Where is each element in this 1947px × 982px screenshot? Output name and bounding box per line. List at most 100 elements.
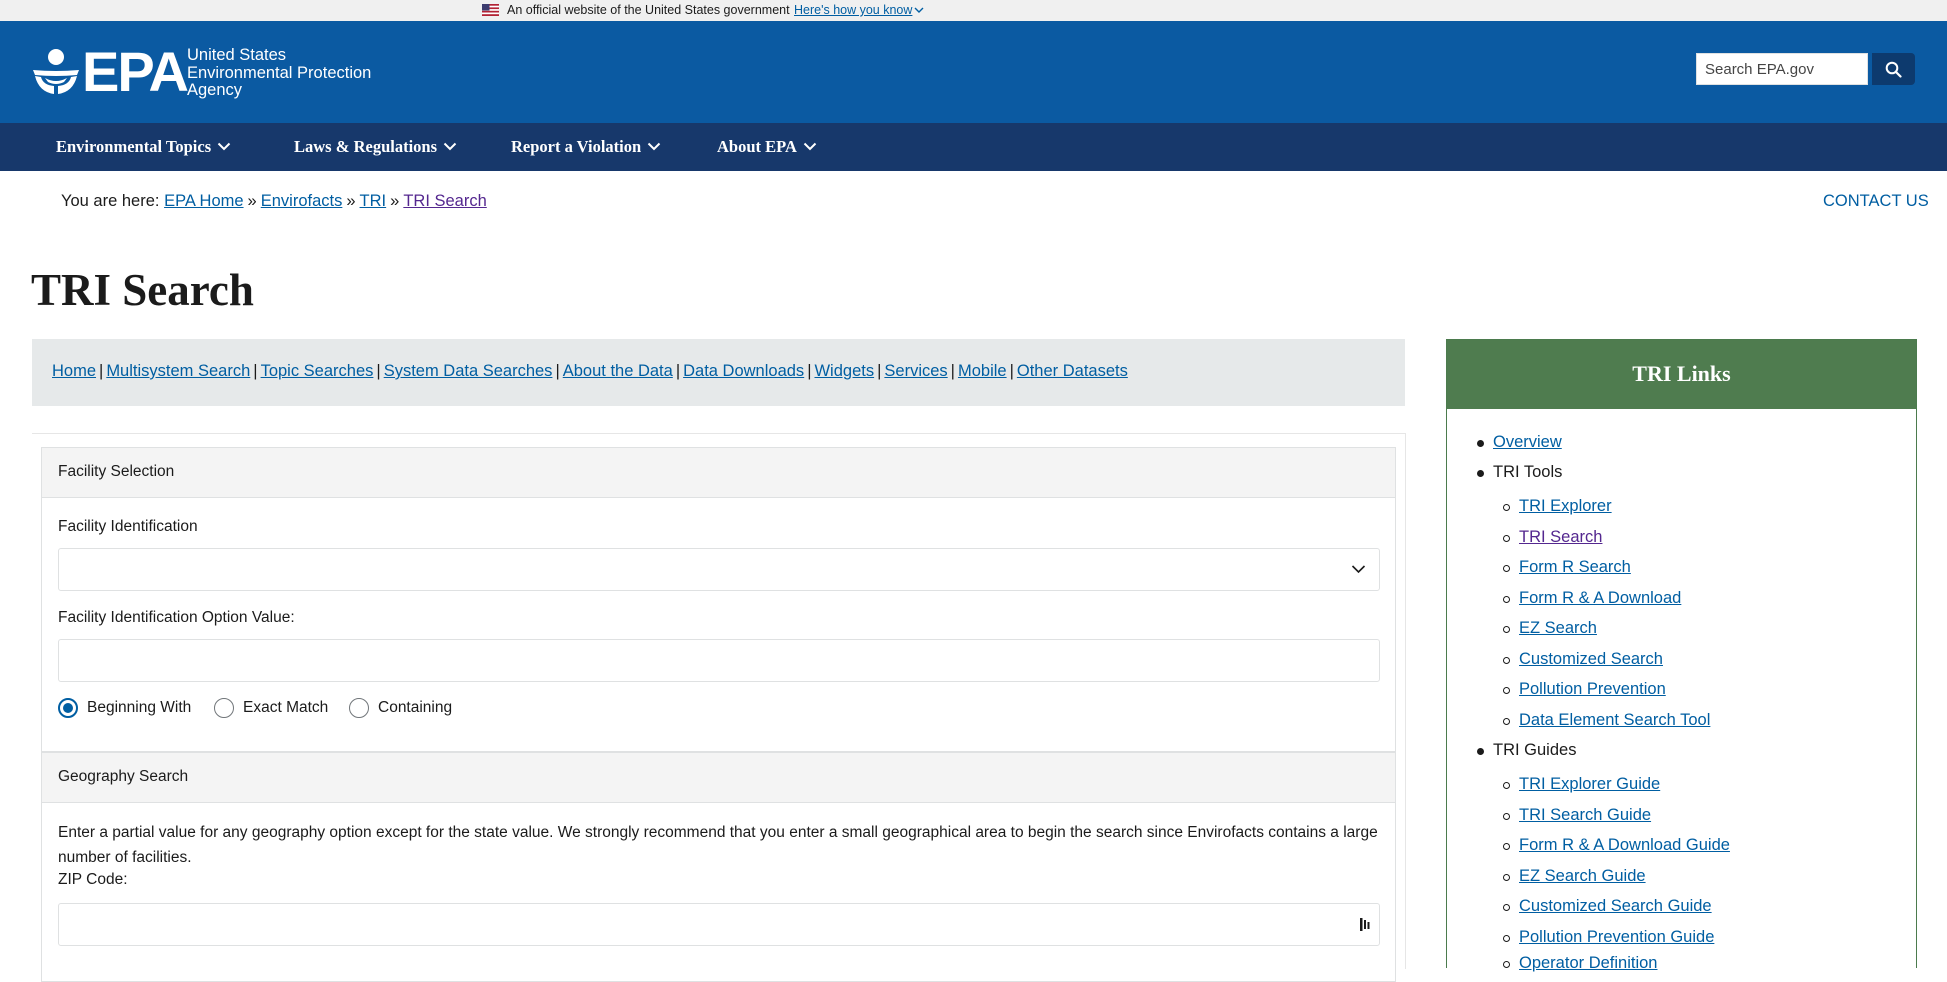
agency-name: United States Environmental Protection A…	[187, 46, 372, 100]
site-search-input[interactable]	[1696, 53, 1868, 85]
bullet-icon	[1503, 565, 1510, 572]
chevron-down-icon	[443, 143, 457, 151]
bullet-icon	[1503, 904, 1510, 911]
geography-description: Enter a partial value for any geography …	[58, 824, 1378, 866]
sidebar-item-guide: TRI Explorer Guide	[1503, 775, 1660, 794]
sidebar-item-tool: Data Element Search Tool	[1503, 711, 1710, 730]
sidebar-item-guide: Operator Definition	[1503, 954, 1658, 973]
subnav-separator: |	[950, 362, 955, 380]
nav-about-epa[interactable]: About EPA	[717, 123, 817, 171]
agency-name-line: Environmental Protection	[187, 63, 372, 82]
autofill-icon[interactable]	[1359, 917, 1371, 932]
sidebar-link-ez-search-guide[interactable]: EZ Search Guide	[1519, 867, 1646, 885]
subnav-separator: |	[877, 362, 882, 380]
bullet-icon	[1503, 657, 1510, 664]
sidebar-link-overview[interactable]: Overview	[1493, 433, 1562, 451]
subnav-separator: |	[675, 362, 681, 380]
sidebar-heading-tri-tools: TRI Tools	[1493, 463, 1563, 481]
contact-us-link[interactable]: CONTACT US	[1823, 192, 1929, 211]
subnav-data-downloads[interactable]: Data Downloads	[683, 362, 804, 380]
subnav-system-data-searches[interactable]: System Data Searches	[384, 362, 553, 380]
radio-circle-selected[interactable]	[58, 698, 78, 718]
sidebar-link-form-r-a-download-guide[interactable]: Form R & A Download Guide	[1519, 836, 1730, 854]
subnav-multisystem-search[interactable]: Multisystem Search	[106, 362, 250, 380]
subnav-mobile[interactable]: Mobile	[958, 362, 1007, 380]
bullet-icon	[1503, 596, 1510, 603]
subnav-separator: |	[555, 362, 560, 380]
chevron-down-icon[interactable]	[914, 6, 924, 14]
nav-environmental-topics[interactable]: Environmental Topics	[56, 123, 231, 171]
sidebar-item-tool: EZ Search	[1503, 619, 1597, 638]
subnav-home[interactable]: Home	[52, 362, 96, 380]
sidebar-link-pollution-prevention-guide[interactable]: Pollution Prevention Guide	[1519, 928, 1714, 946]
heres-how-you-know-link[interactable]: Here's how you know	[794, 3, 912, 17]
sidebar-link-data-element-search-tool[interactable]: Data Element Search Tool	[1519, 711, 1710, 729]
breadcrumb-separator: »	[247, 192, 257, 210]
us-flag-icon	[482, 4, 499, 16]
sidebar-link-form-r-search[interactable]: Form R Search	[1519, 558, 1631, 576]
main-nav: Environmental Topics Laws & Regulations …	[0, 123, 1947, 171]
sidebar-item-tool: Pollution Prevention	[1503, 680, 1666, 699]
subnav-separator: |	[1009, 362, 1014, 380]
bullet-icon	[1503, 935, 1510, 942]
sidebar-link-ez-search[interactable]: EZ Search	[1519, 619, 1597, 637]
facility-option-value-label: Facility Identification Option Value:	[58, 609, 295, 626]
bullet-icon	[1503, 504, 1510, 511]
breadcrumb-prefix: You are here:	[61, 192, 160, 210]
sidebar-item-tool: TRI Explorer	[1503, 497, 1612, 516]
sidebar-link-customized-search-guide[interactable]: Customized Search Guide	[1519, 897, 1712, 915]
breadcrumb-envirofacts[interactable]: Envirofacts	[261, 192, 343, 210]
facility-option-value-input[interactable]	[58, 639, 1380, 682]
subnav-about-the-data[interactable]: About the Data	[563, 362, 673, 380]
sidebar-link-tri-search[interactable]: TRI Search	[1519, 528, 1602, 546]
bullet-icon	[1503, 687, 1510, 694]
gov-banner: An official website of the United States…	[0, 0, 1947, 21]
sidebar-link-pollution-prevention[interactable]: Pollution Prevention	[1519, 680, 1666, 698]
nav-label: Report a Violation	[511, 137, 642, 156]
epa-logo-text[interactable]: EPA	[82, 44, 189, 100]
sidebar-link-tri-search-guide[interactable]: TRI Search Guide	[1519, 806, 1651, 824]
sidebar-item-tool: Customized Search	[1503, 650, 1663, 669]
sidebar-link-customized-search[interactable]: Customized Search	[1519, 650, 1663, 668]
breadcrumb-separator: »	[390, 192, 400, 210]
nav-label: Environmental Topics	[56, 137, 212, 156]
sidebar-item-guide: TRI Search Guide	[1503, 806, 1651, 825]
radio-circle[interactable]	[214, 698, 234, 718]
subnav-other-datasets[interactable]: Other Datasets	[1017, 362, 1128, 380]
zip-code-label: ZIP Code:	[58, 871, 128, 888]
breadcrumb-epa-home[interactable]: EPA Home	[164, 192, 243, 210]
bullet-icon	[1477, 470, 1484, 477]
subnav-separator: |	[99, 362, 104, 380]
zip-code-input[interactable]	[58, 903, 1380, 946]
subnav-topic-searches[interactable]: Topic Searches	[261, 362, 374, 380]
breadcrumb-tri-search[interactable]: TRI Search	[403, 192, 486, 210]
subnav-widgets[interactable]: Widgets	[814, 362, 874, 380]
site-search-button[interactable]	[1872, 53, 1915, 85]
nav-label: Laws & Regulations	[294, 137, 438, 156]
radio-label: Exact Match	[243, 699, 329, 716]
facility-identification-select[interactable]	[58, 548, 1380, 591]
epa-flower-logo-icon[interactable]	[31, 48, 81, 96]
subnav-separator: |	[253, 362, 258, 380]
sidebar-link-tri-explorer-guide[interactable]: TRI Explorer Guide	[1519, 775, 1660, 793]
subnav-separator: |	[807, 362, 812, 380]
sidebar-link-form-r-a-download[interactable]: Form R & A Download	[1519, 589, 1681, 607]
chevron-down-icon	[803, 143, 817, 151]
sidebar-heading-tri-guides: TRI Guides	[1493, 741, 1577, 759]
nav-report-a-violation[interactable]: Report a Violation	[511, 123, 661, 171]
breadcrumb-tri[interactable]: TRI	[360, 192, 387, 210]
sidebar-link-operator-definition[interactable]: Operator Definition	[1519, 954, 1658, 972]
section-header: Geography Search	[42, 753, 1395, 803]
chevron-down-icon	[217, 143, 231, 151]
sidebar-item-tool: Form R Search	[1503, 558, 1631, 577]
bullet-icon	[1503, 626, 1510, 633]
subnav-services[interactable]: Services	[884, 362, 947, 380]
sidebar-link-tri-explorer[interactable]: TRI Explorer	[1519, 497, 1612, 515]
nav-laws-regulations[interactable]: Laws & Regulations	[294, 123, 457, 171]
page-title: TRI Search	[31, 265, 254, 315]
tri-links-sidebar: TRI Links Overview TRI Tools TRI Explore…	[1446, 339, 1917, 972]
radio-circle[interactable]	[349, 698, 369, 718]
sidebar-item-guide: Customized Search Guide	[1503, 897, 1712, 916]
match-type-radio-group: Beginning With Exact Match Containing	[58, 698, 658, 720]
bullet-icon	[1503, 782, 1510, 789]
